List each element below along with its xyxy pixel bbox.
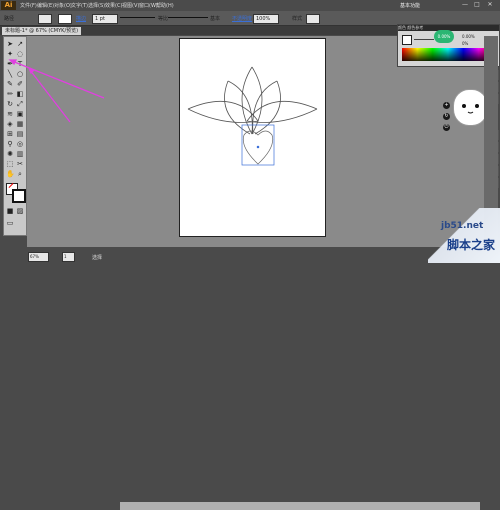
color-spectrum[interactable] xyxy=(402,48,494,61)
horizontal-scrollbar[interactable] xyxy=(120,502,480,510)
status-tool-label: 选择 xyxy=(92,255,103,261)
mascot-avatar xyxy=(453,89,488,126)
panel-slider[interactable] xyxy=(414,39,434,40)
color-value-k: 0% xyxy=(462,41,469,46)
zoom-field[interactable]: 67% xyxy=(28,252,49,262)
green-badge[interactable]: 0.00% xyxy=(434,30,454,43)
power-icon[interactable]: ⏻ xyxy=(443,124,450,131)
status-bar: 67% 1 选择 xyxy=(0,250,500,510)
watermark-url: jb51.net xyxy=(441,221,484,231)
floating-controls: + ↻ ⏻ xyxy=(442,99,452,133)
color-value-c: 0.00% xyxy=(462,34,475,39)
artboard-number-field[interactable]: 1 xyxy=(62,252,75,262)
plus-icon[interactable]: + xyxy=(443,102,450,109)
refresh-icon[interactable]: ↻ xyxy=(443,113,450,120)
watermark-text: 脚本之家 xyxy=(447,238,496,252)
fill-stroke-indicator-icon[interactable] xyxy=(402,35,412,45)
